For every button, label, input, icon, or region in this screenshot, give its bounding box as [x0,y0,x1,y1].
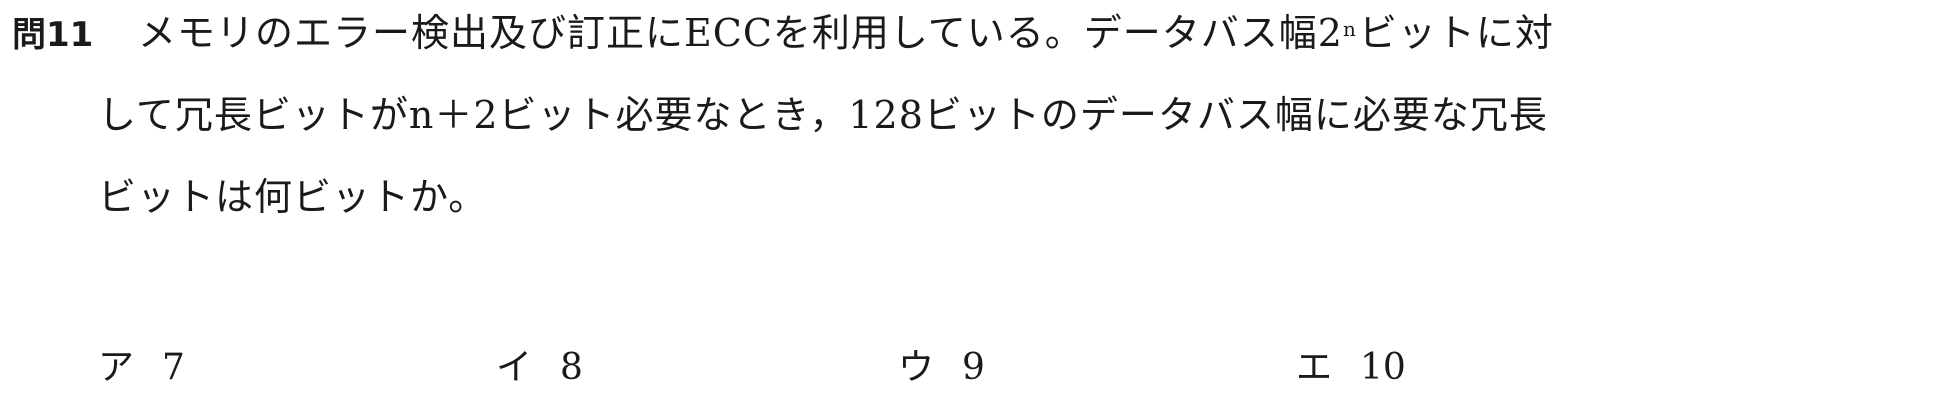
choice-value: 9 [962,347,985,388]
question-line-2: して冗長ビットがn＋2ビット必要なとき，128ビットのデータバス幅に必要な冗長 [98,93,1548,137]
question-text-part-2: ビットに対 [1358,11,1554,55]
choice-value: 8 [560,347,583,388]
question-line-1: 問11 メモリのエラー検出及び訂正にECCを利用している。データバス幅2nビットに… [12,8,1554,60]
choice-label: エ [1296,347,1333,388]
answer-choice-u[interactable]: ウ9 [898,344,985,392]
choice-label: ア [98,347,135,388]
choice-value: 10 [1360,347,1406,388]
choice-value: 7 [162,347,185,388]
exam-question-page: 問11 メモリのエラー検出及び訂正にECCを利用している。データバス幅2nビットに… [0,0,1935,401]
choice-label: ウ [898,347,935,388]
answer-choice-a[interactable]: ア7 [98,344,185,392]
answer-choice-i[interactable]: イ8 [496,344,583,392]
choice-label: イ [496,347,533,388]
question-number: 問11 [12,15,94,55]
answer-choice-e[interactable]: エ 10 [1296,344,1406,392]
exponent-superscript: n [1342,17,1357,41]
question-text-part-1: メモリのエラー検出及び訂正にECCを利用している。データバス幅2 [138,11,1343,55]
question-line-3: ビットは何ビットか。 [98,175,488,219]
